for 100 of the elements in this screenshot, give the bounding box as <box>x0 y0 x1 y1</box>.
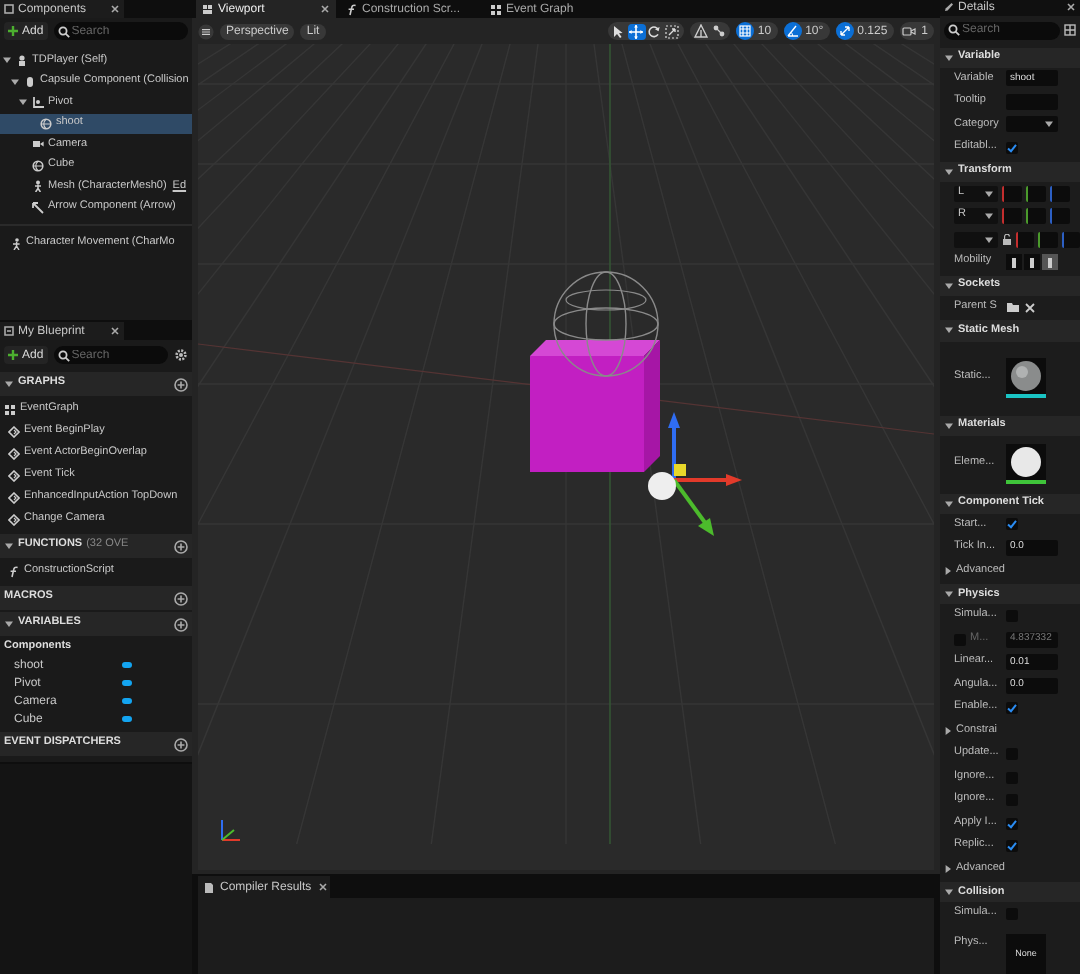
search-icon <box>948 24 960 37</box>
caret-down-icon[interactable] <box>944 421 954 430</box>
close-icon[interactable] <box>320 4 330 14</box>
type-pill-icon <box>122 662 132 668</box>
type-pill-icon <box>122 680 132 686</box>
tool-button[interactable] <box>663 23 682 39</box>
caret-right-icon[interactable] <box>944 864 952 875</box>
close-icon[interactable] <box>110 326 120 336</box>
checkbox[interactable] <box>1006 518 1018 531</box>
dropdown[interactable] <box>954 231 998 248</box>
caret-down-icon[interactable] <box>944 167 954 176</box>
pivot-icon <box>32 96 44 109</box>
checkmark-icon <box>1006 702 1018 715</box>
add-icon[interactable] <box>174 617 188 631</box>
close-icon[interactable] <box>1024 301 1036 314</box>
tool-button[interactable] <box>645 23 664 39</box>
caret-down-icon[interactable] <box>4 380 14 388</box>
type-pill-icon <box>122 698 132 704</box>
mobility-option[interactable] <box>1006 254 1022 271</box>
add-icon[interactable] <box>174 539 188 553</box>
material-thumbnail[interactable] <box>1006 443 1046 484</box>
skeleton-icon <box>32 180 44 193</box>
settings-icon[interactable] <box>174 348 188 362</box>
transform-gizmo-drawing <box>648 412 742 536</box>
event-icon <box>8 513 20 525</box>
camera-icon <box>901 24 916 38</box>
caret-down-icon[interactable] <box>4 620 14 628</box>
axis-indicator-icon <box>221 819 241 841</box>
event-icon <box>8 491 20 503</box>
checkbox[interactable] <box>1006 817 1018 830</box>
function-icon <box>8 565 20 577</box>
capsule-icon <box>24 75 36 88</box>
close-icon[interactable] <box>317 882 328 892</box>
checkmark-icon <box>1006 518 1018 531</box>
rotate-icon <box>646 23 663 39</box>
caret-down-icon[interactable] <box>944 326 954 335</box>
pencil-icon <box>944 2 954 13</box>
scale-arrow-icon <box>837 24 852 38</box>
folder-icon[interactable] <box>1006 300 1020 315</box>
tool-button[interactable] <box>609 23 628 39</box>
close-icon[interactable] <box>1066 2 1076 13</box>
add-icon[interactable] <box>174 377 188 391</box>
caret-down-icon[interactable] <box>984 212 994 221</box>
snap-toggle[interactable] <box>835 22 854 40</box>
event-icon <box>8 425 20 437</box>
snap-toggle[interactable] <box>899 22 918 40</box>
person-icon <box>16 54 28 67</box>
caret-down-icon[interactable] <box>1044 120 1054 129</box>
checkmark-icon <box>1006 141 1018 154</box>
wireframe-sphere-drawing <box>553 271 659 377</box>
search-icon <box>57 349 70 361</box>
add-icon[interactable] <box>174 737 188 751</box>
move-icon <box>628 23 645 39</box>
panel-icon <box>4 326 14 336</box>
caret-down-icon[interactable] <box>984 235 994 244</box>
plus-icon <box>8 350 18 360</box>
triangle-icon[interactable] <box>693 24 708 38</box>
sphere-icon <box>32 159 44 172</box>
caret-down-icon[interactable] <box>4 542 14 550</box>
cube-drawing <box>530 340 660 472</box>
mobility-option[interactable] <box>1042 254 1058 271</box>
caret-down-icon[interactable] <box>2 56 12 65</box>
panel-icon <box>4 4 14 14</box>
grid-view-icon[interactable] <box>1064 24 1076 37</box>
caret-down-icon[interactable] <box>944 590 954 599</box>
cursor-icon <box>610 23 627 39</box>
graph-icon <box>4 403 16 415</box>
menu-icon[interactable] <box>198 23 214 39</box>
close-icon[interactable] <box>110 4 120 14</box>
document-icon <box>204 881 214 893</box>
snap-toggle[interactable] <box>783 22 802 40</box>
checkbox[interactable] <box>1006 840 1018 853</box>
caret-down-icon[interactable] <box>10 77 20 86</box>
scale-icon <box>664 23 681 39</box>
viewport-icon <box>202 3 214 15</box>
mobility-option[interactable] <box>1024 254 1040 271</box>
checkbox[interactable] <box>1006 141 1018 154</box>
caret-down-icon[interactable] <box>984 189 994 198</box>
nodes-icon[interactable] <box>711 24 726 38</box>
snap-toggle[interactable] <box>735 22 754 40</box>
caret-down-icon[interactable] <box>944 53 954 62</box>
sphere-icon <box>40 117 52 130</box>
arrow-icon <box>32 201 44 214</box>
plus-icon <box>8 26 18 36</box>
event-icon <box>8 447 20 459</box>
add-icon[interactable] <box>174 591 188 605</box>
checkbox[interactable] <box>1006 702 1018 715</box>
lock-icon[interactable] <box>1002 233 1012 246</box>
caret-down-icon[interactable] <box>944 888 954 897</box>
angle-icon <box>785 24 800 38</box>
grid-icon <box>737 24 752 38</box>
sphere-icon <box>1010 445 1042 478</box>
graph-icon <box>490 3 502 15</box>
caret-down-icon[interactable] <box>944 281 954 290</box>
caret-right-icon[interactable] <box>944 565 952 576</box>
caret-down-icon[interactable] <box>18 98 28 107</box>
mesh-thumbnail[interactable] <box>1006 357 1046 398</box>
event-icon <box>8 469 20 481</box>
caret-right-icon[interactable] <box>944 726 952 737</box>
caret-down-icon[interactable] <box>944 499 954 508</box>
